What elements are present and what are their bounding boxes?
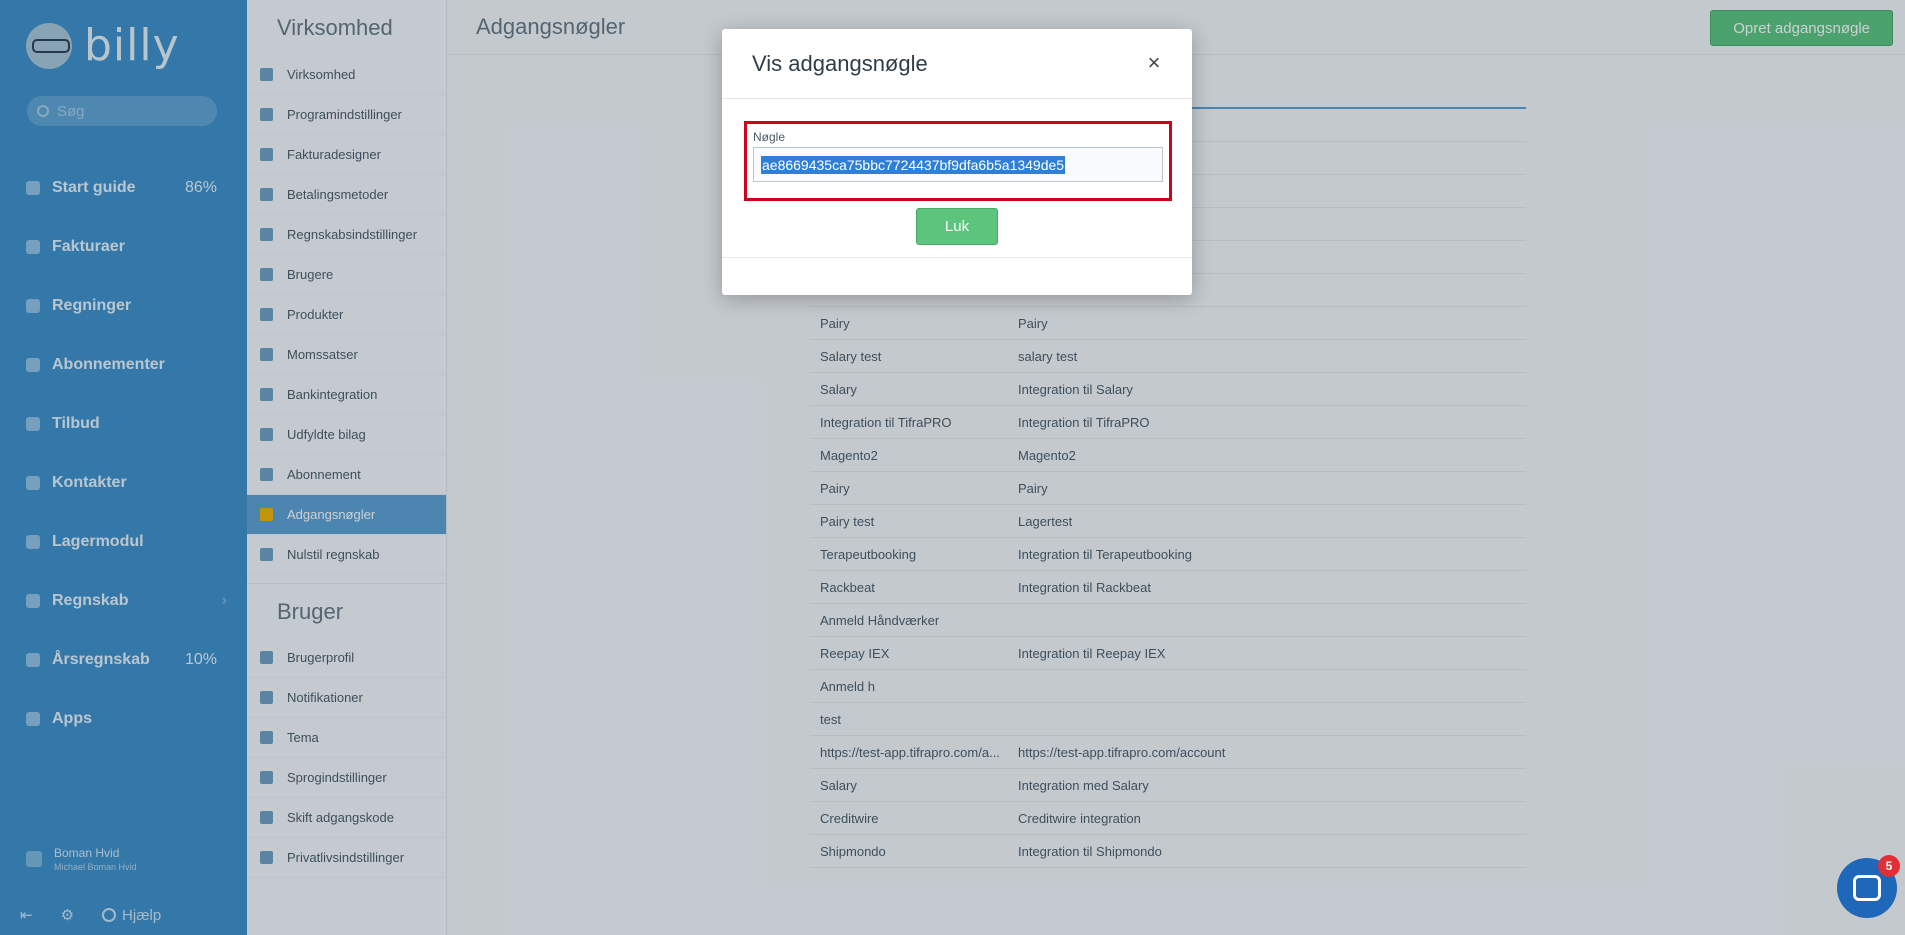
key-label: Nøgle — [753, 130, 786, 144]
chat-icon — [1853, 875, 1881, 901]
key-field[interactable]: ae8669435ca75bbc7724437bf9dfa6b5a1349de5 — [753, 147, 1163, 182]
modal-footer: Luk — [744, 201, 1170, 245]
close-icon[interactable]: × — [1144, 52, 1164, 74]
chat-badge: 5 — [1878, 855, 1900, 877]
key-value[interactable]: ae8669435ca75bbc7724437bf9dfa6b5a1349de5 — [761, 155, 1066, 174]
view-access-key-modal: Vis adgangsnøgle × Nøgle ae8669435ca75bb… — [722, 29, 1192, 295]
modal-title: Vis adgangsnøgle — [752, 50, 928, 76]
modal-body: Nøgle ae8669435ca75bbc7724437bf9dfa6b5a1… — [722, 99, 1192, 258]
key-highlight-box: Nøgle ae8669435ca75bbc7724437bf9dfa6b5a1… — [744, 121, 1172, 201]
app: billy Start guide86%FakturaerRegningerAb… — [0, 0, 1905, 935]
close-button[interactable]: Luk — [916, 208, 998, 245]
modal-header: Vis adgangsnøgle × — [722, 29, 1192, 99]
chat-launcher[interactable]: 5 — [1837, 855, 1900, 918]
